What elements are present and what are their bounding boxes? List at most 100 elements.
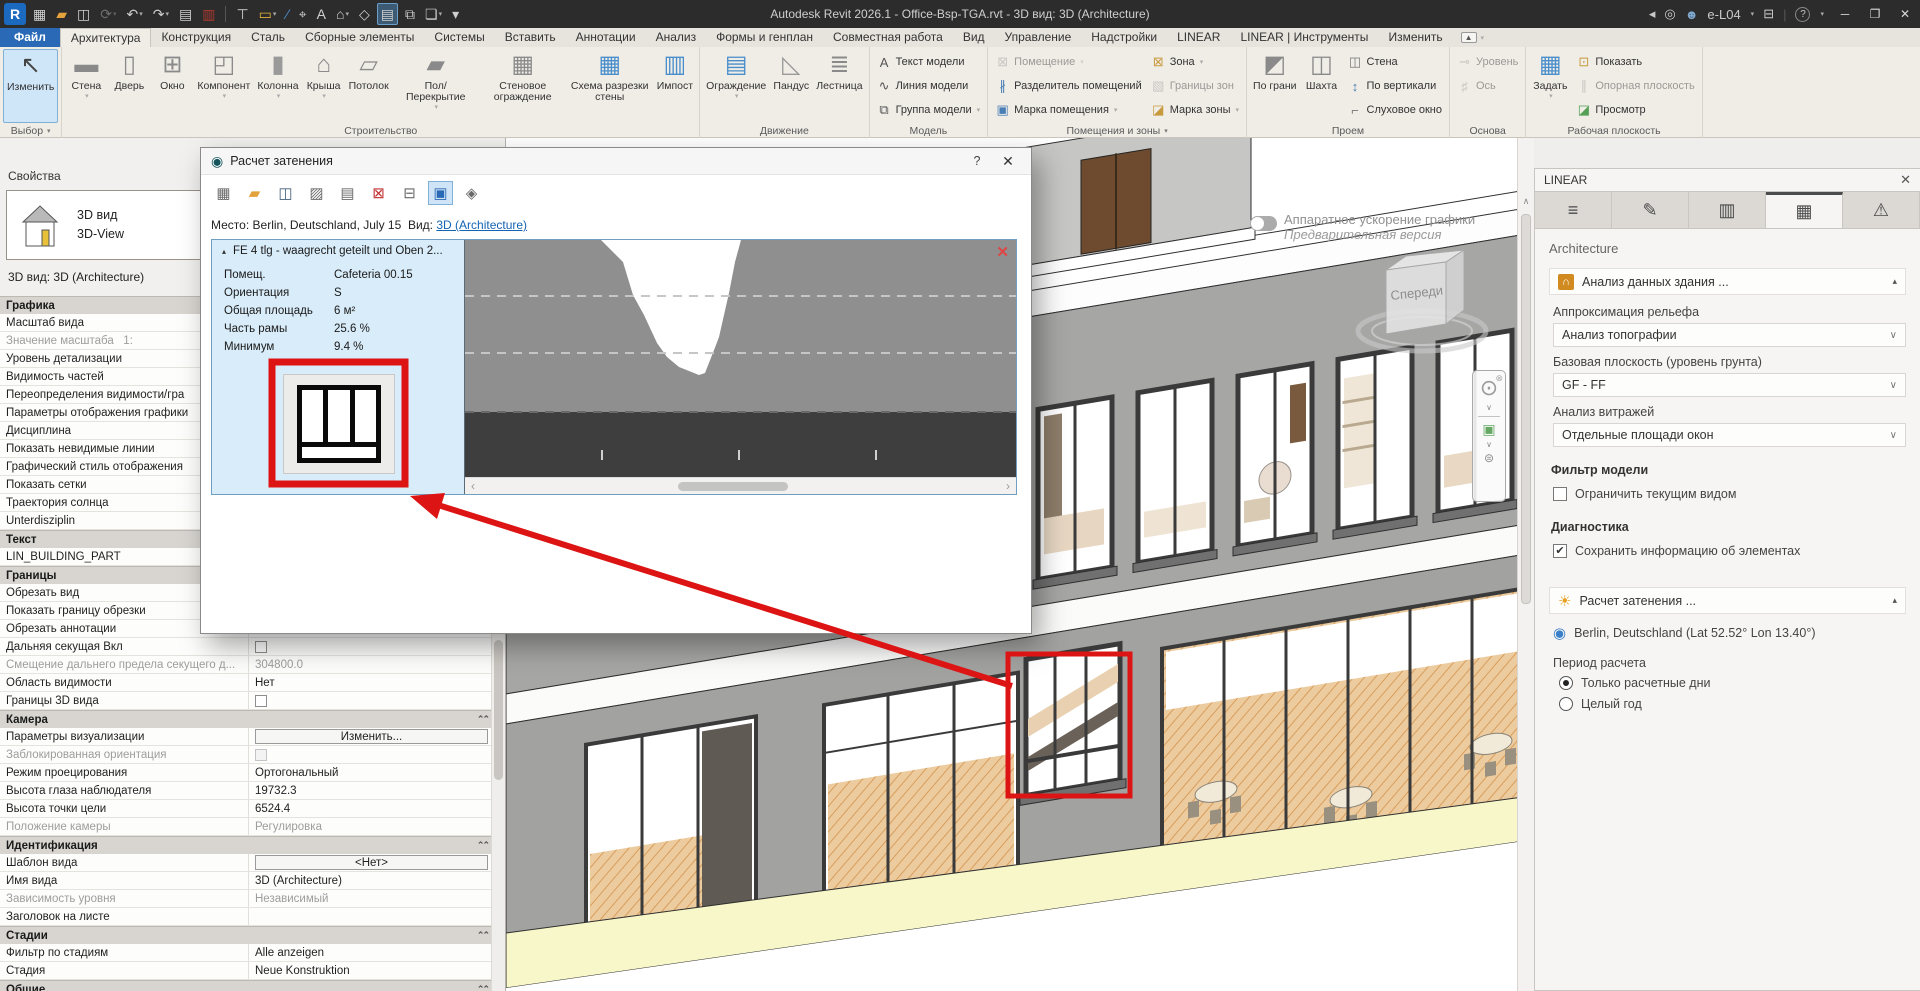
- ribbon-group-label[interactable]: Основа: [1450, 123, 1525, 138]
- zoom-tool-icon[interactable]: ▣: [1482, 421, 1495, 438]
- property-value[interactable]: 19732.3: [248, 782, 492, 799]
- account-icon[interactable]: ☻: [1685, 7, 1699, 22]
- ribbon-button[interactable]: ◪Просмотр: [1572, 98, 1698, 122]
- ribbon-button[interactable]: ▦Схема разрезки стены: [567, 49, 653, 123]
- ribbon-tab-8[interactable]: Анализ: [646, 28, 707, 47]
- dropdown-arrow-icon[interactable]: ▾: [1236, 106, 1240, 114]
- ribbon-tab-14[interactable]: LINEAR: [1167, 28, 1230, 47]
- dialog-title-bar[interactable]: ◉ Расчет затенения ? ✕: [201, 148, 1031, 175]
- ribbon-group-label[interactable]: Движение: [700, 123, 868, 138]
- open-icon[interactable]: ▰: [53, 3, 70, 25]
- ribbon-button[interactable]: ⌂Крыша ▾: [303, 49, 345, 123]
- radio-unselected[interactable]: [1559, 697, 1573, 711]
- calendar-icon[interactable]: ▤: [335, 181, 360, 205]
- table-icon[interactable]: ▦: [211, 181, 236, 205]
- ribbon-button[interactable]: ⊸Уровень: [1453, 50, 1522, 74]
- collapse-infocenter-icon[interactable]: ◂: [1649, 6, 1656, 22]
- linear-tab-calculator[interactable]: ▦: [1766, 192, 1843, 228]
- open-icon[interactable]: ▰: [242, 181, 267, 205]
- dropdown-arrow-icon[interactable]: ▾: [1114, 106, 1118, 114]
- ribbon-group-label[interactable]: Помещения и зоны▾: [988, 123, 1246, 138]
- ribbon-collapse-arrow-icon[interactable]: ▾: [1481, 34, 1485, 42]
- property-row[interactable]: Границы 3D вида: [0, 692, 492, 710]
- section-icon[interactable]: ◇: [356, 3, 373, 25]
- linear-select[interactable]: Отдельные площади окон∨: [1553, 423, 1906, 447]
- linear-checkbox-row[interactable]: ✔Сохранить информацию об элементах: [1553, 541, 1906, 561]
- linear-tab-library[interactable]: ▥: [1689, 192, 1766, 228]
- shading-calculation-dialog[interactable]: ◉ Расчет затенения ? ✕ ▦▰◫▨▤⊠⊟▣◈ Место: …: [200, 147, 1032, 634]
- default-3d-view-icon[interactable]: ⌂▾: [333, 3, 352, 25]
- ribbon-tab-1[interactable]: Архитектура: [60, 28, 152, 47]
- ribbon-tab-3[interactable]: Сталь: [241, 28, 295, 47]
- property-value[interactable]: Регулировка: [248, 818, 492, 835]
- window-minus-icon[interactable]: ⊟: [397, 181, 422, 205]
- settings-icon[interactable]: ◈: [459, 181, 484, 205]
- linear-group-header[interactable]: ∩Анализ данных здания ...▴: [1549, 268, 1906, 295]
- report-icon[interactable]: ▨: [304, 181, 329, 205]
- ribbon-group-label[interactable]: Выбор▾: [0, 123, 61, 138]
- navigation-bar[interactable]: ⊗ ⊙ ∨ ▣ ∨ ⊜: [1472, 370, 1506, 502]
- ribbon-button[interactable]: ⊡Показать: [1572, 50, 1698, 74]
- ribbon-tab-12[interactable]: Управление: [995, 28, 1082, 47]
- dropdown-arrow-icon[interactable]: ▾: [1549, 92, 1553, 100]
- ribbon-tab-13[interactable]: Надстройки: [1081, 28, 1167, 47]
- ribbon-button[interactable]: ▦Задать ▾: [1529, 49, 1571, 123]
- property-value[interactable]: Изменить...: [248, 728, 492, 745]
- property-value[interactable]: Alle anzeigen: [248, 944, 492, 961]
- sync-arrow-icon[interactable]: ▾: [113, 10, 117, 18]
- property-value[interactable]: Нет: [248, 674, 492, 691]
- minimize-button[interactable]: ─: [1830, 0, 1860, 28]
- dropdown-arrow-icon[interactable]: ▾: [277, 92, 281, 100]
- ribbon-tab-0[interactable]: Файл: [0, 28, 60, 47]
- linear-radio-row[interactable]: Целый год: [1559, 695, 1906, 713]
- ribbon-button[interactable]: AТекст модели: [873, 50, 985, 74]
- linear-group-header[interactable]: ☀Расчет затенения ...▴: [1549, 587, 1906, 614]
- default-3d-view-arrow-icon[interactable]: ▾: [345, 10, 349, 18]
- ribbon-button[interactable]: ▰Пол/Перекрытие ▾: [393, 49, 479, 123]
- ribbon-button[interactable]: ∿Линия модели: [873, 74, 985, 98]
- canvas-scrollbar-thumb[interactable]: [1521, 214, 1531, 604]
- property-row[interactable]: Смещение дальнего предела секущего д...3…: [0, 656, 492, 674]
- measure-arrow-icon[interactable]: ▾: [273, 10, 277, 18]
- property-value[interactable]: 6524.4: [248, 800, 492, 817]
- chart-scrollbar[interactable]: ‹ ›: [465, 477, 1016, 494]
- collapse-group-icon[interactable]: ▴: [1892, 276, 1897, 287]
- ribbon-button[interactable]: ⊞Окно: [151, 49, 193, 123]
- ribbon-button[interactable]: ∦Разделитель помещений: [991, 74, 1146, 98]
- ribbon-button[interactable]: ▬Стена ▾: [65, 49, 107, 123]
- scroll-up-icon[interactable]: ∧: [1518, 196, 1534, 207]
- save-icon[interactable]: ◫: [273, 181, 298, 205]
- ribbon-tab-4[interactable]: Сборные элементы: [295, 28, 424, 47]
- ribbon-button[interactable]: ▱Потолок: [346, 49, 392, 123]
- property-row[interactable]: Режим проецированияОртогональный: [0, 764, 492, 782]
- ribbon-group-label[interactable]: Рабочая плоскость: [1526, 123, 1701, 138]
- dropdown-arrow-icon[interactable]: ▾: [735, 92, 739, 100]
- redo-arrow-icon[interactable]: ▾: [165, 10, 169, 18]
- properties-section-header[interactable]: Общие⌃⌃: [0, 980, 492, 991]
- ribbon-tab-9[interactable]: Формы и генплан: [706, 28, 823, 47]
- radio-selected[interactable]: [1559, 676, 1573, 690]
- delete-icon[interactable]: ⊠: [366, 181, 391, 205]
- group-dropdown-arrow-icon[interactable]: ▾: [47, 127, 51, 135]
- ribbon-tab-2[interactable]: Конструкция: [151, 28, 241, 47]
- property-row[interactable]: Высота глаза наблюдателя19732.3: [0, 782, 492, 800]
- property-row[interactable]: Фильтр по стадиямAlle anzeigen: [0, 944, 492, 962]
- property-row[interactable]: Имя вида3D (Architecture): [0, 872, 492, 890]
- properties-section-header[interactable]: Идентификация⌃⌃: [0, 836, 492, 854]
- text-icon[interactable]: A: [314, 3, 329, 25]
- ribbon-button[interactable]: ⌐Слуховое окно: [1344, 98, 1447, 122]
- ribbon-group-label[interactable]: Модель: [870, 123, 988, 138]
- close-button[interactable]: ✕: [1890, 0, 1920, 28]
- checkbox-unchecked[interactable]: [1553, 487, 1567, 501]
- checkbox-unchecked[interactable]: [255, 641, 267, 653]
- property-value-button[interactable]: Изменить...: [255, 729, 488, 744]
- undo-arrow-icon[interactable]: ▾: [139, 10, 143, 18]
- ribbon-button[interactable]: ⧉Группа модели▾: [873, 98, 985, 122]
- help-icon[interactable]: ?: [1795, 7, 1810, 22]
- scroll-left-icon[interactable]: ‹: [465, 479, 481, 493]
- search-icon[interactable]: ◎: [1664, 6, 1675, 22]
- ribbon-button[interactable]: ↕По вертикали: [1344, 74, 1447, 98]
- dropdown-arrow-icon[interactable]: ▾: [1080, 58, 1084, 66]
- property-row[interactable]: Высота точки цели6524.4: [0, 800, 492, 818]
- chart-close-icon[interactable]: ✕: [996, 243, 1009, 261]
